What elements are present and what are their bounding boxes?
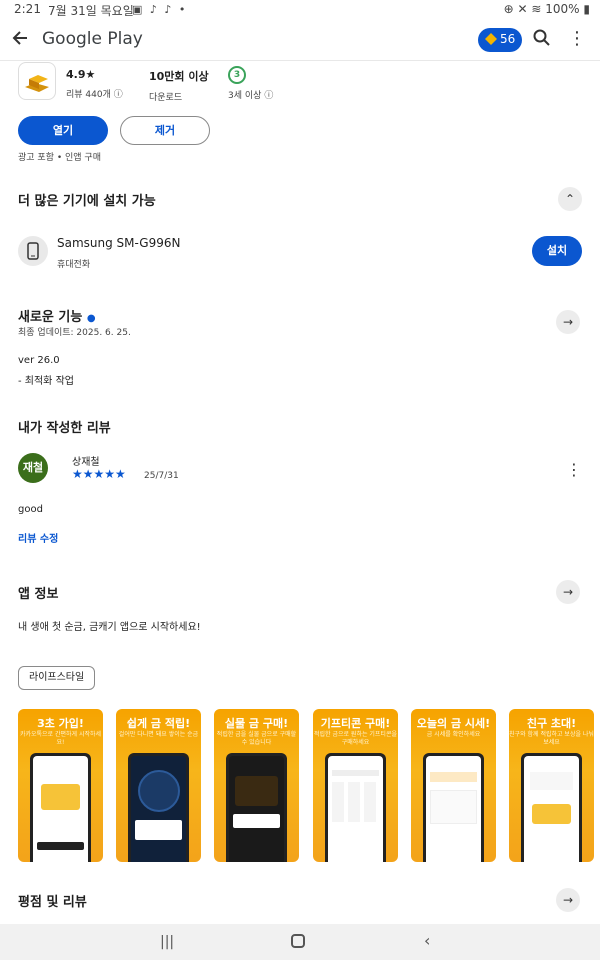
more-options-icon[interactable]: ⋮ — [566, 28, 588, 50]
install-button[interactable]: 설치 — [532, 236, 582, 266]
screenshot-subtitle: 적립한 금으로 원하는 기프티콘을 구매하세요 — [313, 731, 397, 746]
phone-frame — [30, 753, 91, 862]
install-more-title: 더 많은 기기에 설치 가능 — [18, 194, 156, 209]
status-bar: 2:21 7월 31일 목요일 ▣ ♪ ♪ • ⊕ ✕ ≋ 100% ▮ — [0, 0, 600, 20]
back-nav-icon[interactable]: ‹ — [424, 931, 430, 950]
screenshot-caption: 3초 가입! — [37, 717, 84, 730]
review-author: 상재철 — [72, 457, 100, 468]
battery-level: ⊕ ✕ ≋ 100% ▮ — [503, 2, 590, 16]
info-icon: ⓘ — [113, 90, 123, 100]
divider — [0, 60, 600, 61]
age-label: 3세 이상 ⓘ — [228, 91, 274, 101]
phone-frame — [325, 753, 386, 862]
screenshot-3[interactable]: 실물 금 구매! 적립한 금을 실물 금으로 구매할 수 있습니다 — [214, 709, 299, 862]
app-description: 내 생애 첫 순금, 금캐기 앱으로 시작하세요! — [18, 622, 201, 633]
review-text: good — [18, 504, 43, 515]
play-points-chip[interactable]: 56 — [478, 28, 522, 52]
review-more-icon[interactable]: ⋮ — [566, 460, 582, 479]
downloads-label: 다운로드 — [149, 93, 183, 103]
ads-note: 광고 포함 • 인앱 구매 — [18, 153, 101, 163]
screenshot-subtitle: 카카오톡으로 간편하게 시작하세요! — [19, 731, 102, 746]
play-points-icon — [485, 33, 497, 45]
device-phone-icon — [18, 236, 48, 266]
rating-value: 4.9★ — [66, 68, 96, 81]
system-nav-bar: ||| ‹ — [0, 924, 600, 960]
screenshot-caption: 실물 금 구매! — [224, 717, 289, 730]
downloads-block: 10만회 이상 다운로드 — [149, 68, 209, 103]
phone-frame — [226, 753, 287, 862]
new-dot-icon: ● — [86, 313, 96, 324]
collapse-chevron-icon[interactable]: ⌃ — [558, 187, 582, 211]
phone-frame — [521, 753, 582, 862]
device-name: Samsung SM-G996N — [57, 236, 181, 250]
status-time: 2:21 — [14, 2, 41, 16]
app-icon — [18, 62, 56, 100]
release-notes: - 최적화 작업 — [18, 376, 74, 387]
screenshot-subtitle: 적립한 금을 실물 금으로 구매할 수 있습니다 — [216, 731, 297, 746]
my-review-title: 내가 작성한 리뷰 — [18, 421, 111, 436]
info-icon: ⓘ — [264, 91, 274, 101]
screenshot-1[interactable]: 3초 가입! 카카오톡으로 간편하게 시작하세요! — [18, 709, 103, 862]
ratings-arrow-icon[interactable]: → — [556, 888, 580, 912]
rating-label: 리뷰 440개 ⓘ — [66, 90, 123, 100]
status-date: 7월 31일 목요일 — [48, 4, 134, 18]
screenshot-5[interactable]: 오늘의 금 시세! 금 시세를 확인하세요 — [411, 709, 496, 862]
screenshot-4[interactable]: 기프티콘 구매! 적립한 금으로 원하는 기프티콘을 구매하세요 — [313, 709, 398, 862]
screenshot-subtitle: 걸어만 다니면 돼요 쌓이는 순금 — [118, 731, 199, 738]
open-button[interactable]: 열기 — [18, 116, 108, 145]
back-arrow-icon[interactable] — [10, 28, 34, 52]
home-icon[interactable] — [291, 934, 305, 948]
phone-frame — [128, 753, 189, 862]
avatar: 재철 — [18, 453, 48, 483]
whats-new-arrow-icon[interactable]: → — [556, 310, 580, 334]
recents-icon[interactable]: ||| — [160, 934, 174, 950]
rating-block[interactable]: 4.9★ 리뷰 440개 ⓘ — [66, 68, 123, 100]
review-stars: ★★★★★ — [72, 467, 126, 481]
search-icon[interactable] — [532, 28, 554, 50]
age-rating-block[interactable]: 3 3세 이상 ⓘ — [228, 66, 273, 101]
screenshot-caption: 오늘의 금 시세! — [416, 717, 491, 730]
downloads-value: 10만회 이상 — [149, 70, 209, 83]
version-text: ver 26.0 — [18, 355, 60, 366]
last-updated: 최종 업데이트: 2025. 6. 25. — [18, 328, 131, 338]
top-app-bar: Google Play 56 ⋮ — [0, 20, 600, 60]
notification-icons: ▣ ♪ ♪ • — [132, 3, 188, 16]
screenshot-caption: 기프티콘 구매! — [320, 717, 391, 730]
device-type: 휴대전화 — [57, 260, 91, 270]
phone-frame — [423, 753, 484, 862]
screenshot-subtitle: 금 시세를 확인하세요 — [426, 731, 481, 738]
screenshot-subtitle: 친구와 함께 적립하고 보상을 나눠보세요 — [509, 731, 594, 746]
whats-new-title: 새로운 기능 ● — [18, 310, 96, 325]
app-info-arrow-icon[interactable]: → — [556, 580, 580, 604]
app-bar-title: Google Play — [42, 29, 143, 49]
uninstall-button[interactable]: 제거 — [120, 116, 210, 145]
category-chip[interactable]: 라이프스타일 — [18, 666, 96, 690]
age-badge-icon: 3 — [228, 66, 246, 84]
app-info-title: 앱 정보 — [18, 587, 59, 602]
screenshot-2[interactable]: 쉽게 금 적립! 걸어만 다니면 돼요 쌓이는 순금 — [116, 709, 201, 862]
screenshot-caption: 쉽게 금 적립! — [126, 717, 191, 730]
edit-review-link[interactable]: 리뷰 수정 — [18, 530, 58, 545]
screenshot-6[interactable]: 친구 초대! 친구와 함께 적립하고 보상을 나눠보세요 — [509, 709, 594, 862]
review-date: 25/7/31 — [144, 471, 179, 481]
ratings-title: 평점 및 리뷰 — [18, 895, 87, 910]
play-points-count: 56 — [500, 32, 516, 46]
screenshot-caption: 친구 초대! — [526, 717, 577, 730]
